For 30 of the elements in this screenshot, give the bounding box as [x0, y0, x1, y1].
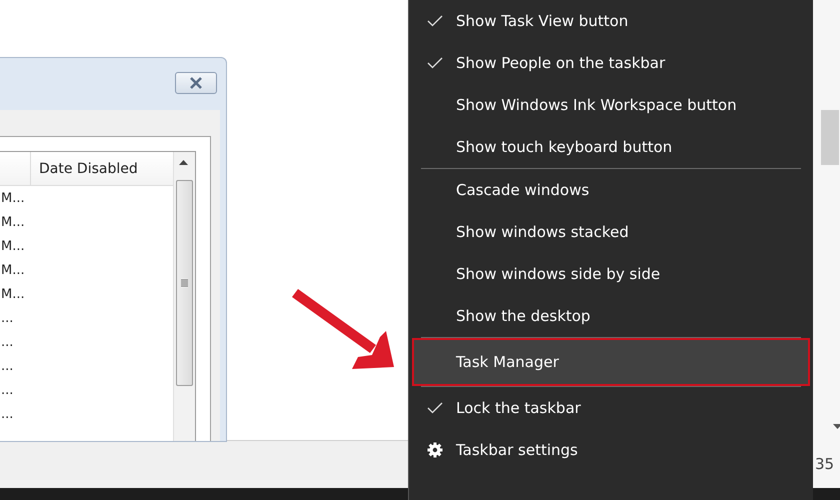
- scroll-thumb[interactable]: [821, 110, 839, 165]
- table-cell: M...: [1, 190, 25, 206]
- menu-item[interactable]: Show Task View button: [412, 0, 810, 42]
- close-button[interactable]: [175, 72, 217, 94]
- menu-item[interactable]: Show windows stacked: [412, 211, 810, 253]
- menu-item[interactable]: Show People on the taskbar: [412, 42, 810, 84]
- caret-icon[interactable]: [833, 424, 840, 429]
- settings-icon: [427, 442, 443, 458]
- scroll-up-icon[interactable]: [179, 160, 188, 165]
- table-cell: ...: [1, 406, 14, 422]
- menu-item[interactable]: Taskbar settings: [412, 429, 810, 471]
- menu-item[interactable]: Show touch keyboard button: [412, 126, 810, 168]
- close-icon: [188, 77, 204, 89]
- table-cell: M...: [1, 214, 25, 230]
- clock-text: 35: [815, 455, 834, 473]
- table-cell: M...: [1, 262, 25, 278]
- menu-item[interactable]: Task Manager: [412, 338, 810, 386]
- table-cell: ...: [1, 382, 14, 398]
- scroll-thumb[interactable]: [176, 180, 193, 386]
- table-cell: ...: [1, 310, 14, 326]
- menu-item[interactable]: Show the desktop: [412, 295, 810, 337]
- menu-item[interactable]: Show windows side by side: [412, 253, 810, 295]
- menu-item[interactable]: Lock the taskbar: [412, 387, 810, 429]
- menu-item[interactable]: Show Windows Ink Workspace button: [412, 84, 810, 126]
- table-cell: M...: [1, 238, 25, 254]
- table-cell: M...: [1, 286, 25, 302]
- table-cell: ...: [1, 334, 14, 350]
- table-cell: ...: [1, 358, 14, 374]
- menu-item[interactable]: Cascade windows: [412, 169, 810, 211]
- scrollbar[interactable]: [173, 152, 195, 441]
